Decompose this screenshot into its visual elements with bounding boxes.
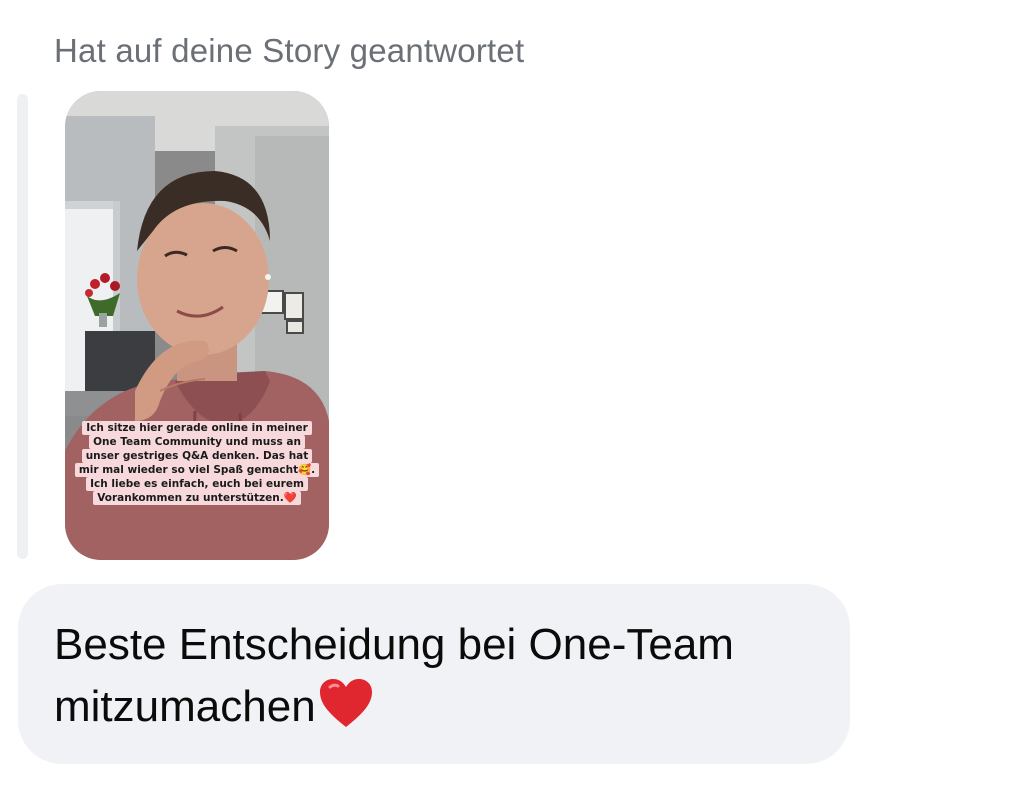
story-reply-header: Hat auf deine Story geantwortet xyxy=(54,32,525,69)
dm-thread: Hat auf deine Story geantwortet Ich sitz… xyxy=(0,0,1028,801)
story-thumbnail[interactable]: Ich sitze hier gerade online in meiner O… xyxy=(65,91,329,560)
red-heart-icon xyxy=(319,679,372,727)
story-caption-line: Ich sitze hier gerade online in meiner xyxy=(82,421,312,435)
story-caption-line: unser gestriges Q&A denken. Das hat xyxy=(81,449,313,463)
story-caption-line: Vorankommen zu unterstützen.❤️ xyxy=(93,491,301,505)
quote-bar xyxy=(17,94,28,559)
story-caption-line: Ich liebe es einfach, euch bei eurem xyxy=(86,477,308,491)
story-caption-line: mir mal wieder so viel Spaß gemacht🥰. xyxy=(74,463,320,477)
message-text-wrap: Beste Entscheidung bei One-Team mitzumac… xyxy=(54,614,834,738)
story-caption: Ich sitze hier gerade online in meiner O… xyxy=(65,421,329,505)
message-bubble[interactable]: Beste Entscheidung bei One-Team mitzumac… xyxy=(18,584,850,764)
story-caption-line: One Team Community und muss an xyxy=(89,435,305,449)
message-text: Beste Entscheidung bei One-Team mitzumac… xyxy=(54,620,734,731)
